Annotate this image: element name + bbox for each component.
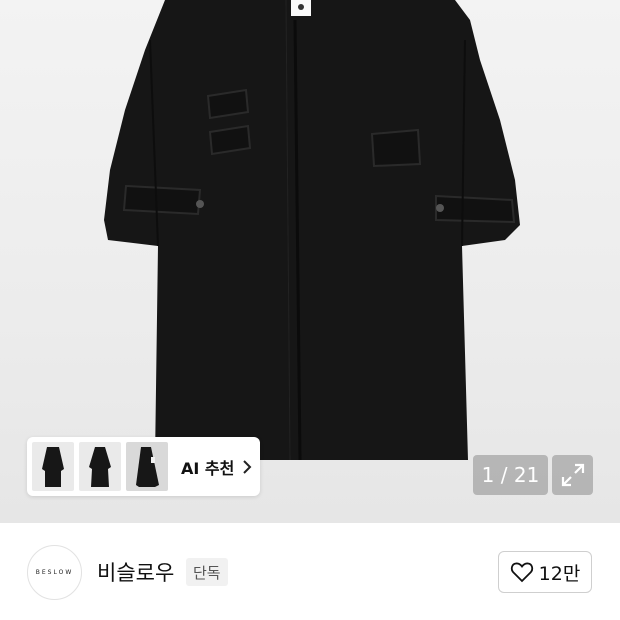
chevron-right-icon bbox=[243, 459, 252, 474]
like-count: 12만 bbox=[538, 562, 581, 585]
image-page-counter: 1 / 21 bbox=[473, 455, 548, 495]
product-image-viewer[interactable]: AI 추천 1 / 21 bbox=[0, 0, 620, 523]
brand-name[interactable]: 비슬로우 bbox=[97, 557, 174, 587]
brand-bar: BESLOW 비슬로우 단독 12만 bbox=[0, 523, 620, 620]
ai-thumbnail[interactable] bbox=[79, 442, 121, 491]
like-button[interactable]: 12만 bbox=[498, 551, 592, 593]
ai-recommendation-card[interactable]: AI 추천 bbox=[27, 437, 260, 496]
expand-icon bbox=[561, 463, 584, 487]
exclusive-badge: 단독 bbox=[186, 558, 228, 586]
expand-fullscreen-button[interactable] bbox=[552, 455, 593, 495]
ai-thumbnail[interactable] bbox=[32, 442, 74, 491]
brand-logo-text: BESLOW bbox=[35, 569, 74, 576]
ai-thumbnail[interactable] bbox=[126, 442, 168, 491]
ai-recommendation-label[interactable]: AI 추천 bbox=[181, 455, 234, 479]
heart-icon bbox=[510, 562, 533, 583]
brand-logo[interactable]: BESLOW bbox=[27, 545, 82, 600]
